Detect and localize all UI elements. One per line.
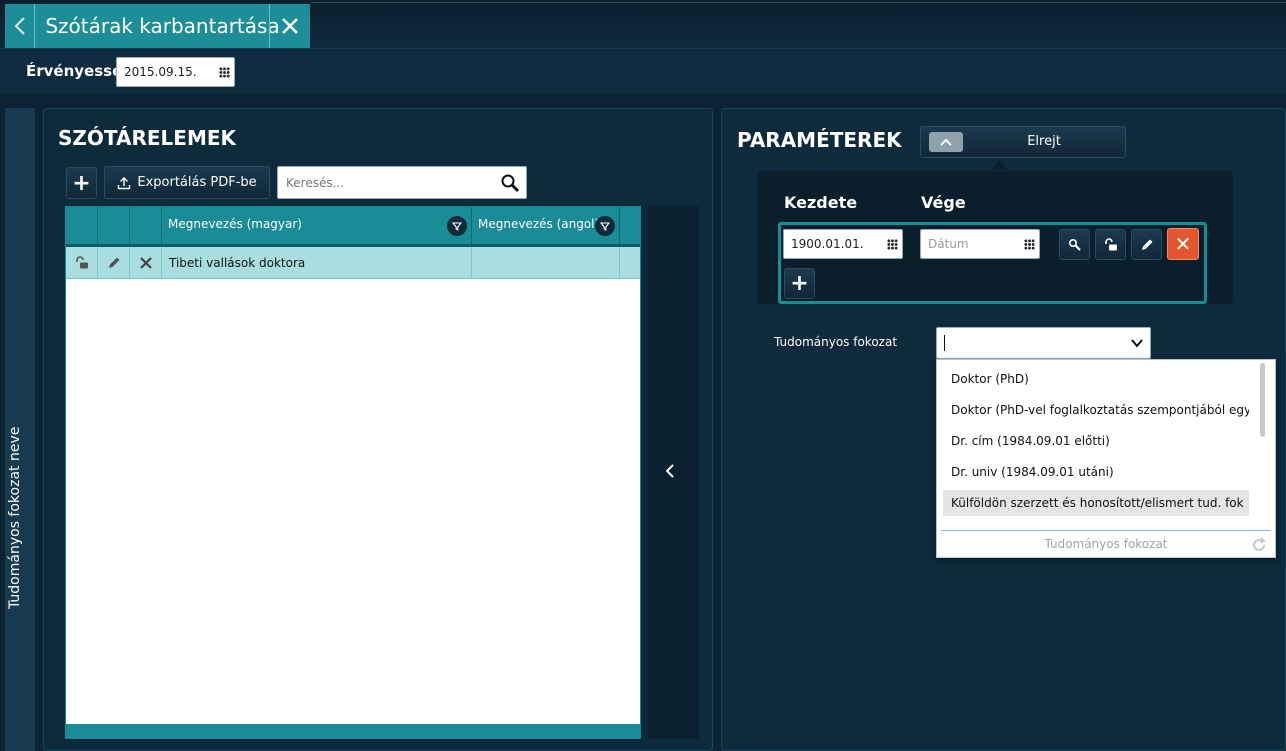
filter-icon[interactable] [595,216,615,236]
column-header-label: Megnevezés (angol) [478,217,600,231]
edit-button[interactable] [1131,229,1162,260]
plus-icon: + [72,170,91,196]
upload-icon [118,176,131,189]
export-pdf-label: Exportálás PDF-be [137,175,257,190]
dropdown-option-highlighted[interactable]: Külföldön szerzett és honosított/elismer… [943,490,1249,516]
popover-caret [991,160,1007,170]
calendar-icon[interactable] [219,67,230,78]
dropdown-scrollbar[interactable] [1260,363,1265,437]
end-date-input[interactable]: Dátum [920,229,1040,259]
refresh-icon[interactable] [1251,537,1267,553]
start-date-input[interactable]: 1900.01.01. [783,229,903,259]
degree-label: Tudományos fokozat [774,335,898,349]
delete-row-icon[interactable] [130,247,162,278]
dropdown-option[interactable]: Dr. cím (1984.09.01 előtti) [943,428,1249,454]
add-period-button[interactable]: + [784,268,815,299]
degree-select[interactable] [936,327,1151,359]
hide-button[interactable]: Elrejt [920,126,1126,158]
dropdown-option[interactable]: Dr. univ (1984.09.01 utáni) [943,459,1249,485]
search-input[interactable] [286,167,486,198]
column-header-name-hu[interactable]: Megnevezés (magyar) [162,207,472,244]
column-header-label: Megnevezés (magyar) [168,217,302,231]
delete-period-button[interactable]: ✕ [1167,228,1199,260]
cell-name-hu: Tibeti vallások doktora [162,247,472,278]
degree-dropdown-list: Doktor (PhD) Doktor (PhD-vel foglalkozta… [936,359,1276,558]
column-header-name-en[interactable]: Megnevezés (angol) [472,207,620,244]
unlock-icon [1104,237,1117,250]
validity-date-value: 2015.09.15. [124,65,197,79]
start-date-value: 1900.01.01. [791,237,864,251]
search-button[interactable] [1059,229,1090,260]
unlock-icon[interactable] [66,247,98,278]
search-icon[interactable] [500,173,520,193]
header-action-col [130,207,162,244]
grid-header: Megnevezés (magyar) Megnevezés (angol) [66,207,640,247]
side-panel[interactable]: Tudományos fokozat neve [5,108,35,751]
header-action-col [98,207,130,244]
dropdown-option[interactable]: Doktor (PhD) [943,366,1249,392]
chevron-left-icon [14,17,25,35]
parameters-title: PARAMÉTEREK [737,128,902,152]
filter-icon[interactable] [447,216,467,236]
add-item-button[interactable]: + [66,167,97,199]
hide-label: Elrejt [1027,134,1061,149]
page-title: Szótárak karbantartása [45,14,280,38]
close-button[interactable] [269,4,310,48]
edit-icon[interactable] [98,247,130,278]
close-icon: ✕ [1174,232,1192,256]
grid-footer [66,724,640,738]
dropdown-option[interactable]: Doktor (PhD-vel foglalkoztatás szempontj… [943,397,1249,423]
dropdown-footer-label: Tudományos fokozat [1044,537,1168,551]
chevron-up-icon [929,132,963,152]
search-icon [1068,238,1081,251]
chevron-down-icon[interactable] [1130,336,1144,350]
close-icon [282,18,299,34]
collapse-panel-strip[interactable] [648,206,699,739]
validity-date-input[interactable]: 2015.09.15. [116,57,235,87]
end-date-placeholder: Dátum [928,237,969,251]
back-button[interactable] [5,4,36,48]
text-cursor [944,335,945,351]
title-block: Szótárak karbantartása [5,4,310,48]
dictionary-grid: Megnevezés (magyar) Megnevezés (angol) T… [65,206,641,739]
search-box[interactable] [277,166,527,199]
dictionary-title: SZÓTÁRELEMEK [58,126,237,150]
start-label: Kezdete [784,193,858,212]
edit-icon [1141,239,1152,250]
unlock-button[interactable] [1095,229,1126,260]
plus-icon: + [790,271,809,296]
table-row[interactable]: Tibeti vallások doktora [66,247,640,279]
dropdown-footer: Tudományos fokozat [941,530,1271,557]
calendar-icon[interactable] [1024,239,1035,250]
end-label: Vége [921,193,966,212]
header-action-col [66,207,98,244]
cell-name-en [472,247,620,278]
side-panel-label: Tudományos fokozat neve [7,426,23,610]
calendar-icon[interactable] [887,239,898,250]
export-pdf-button[interactable]: Exportálás PDF-be [104,166,270,199]
chevron-left-icon[interactable] [666,464,674,478]
